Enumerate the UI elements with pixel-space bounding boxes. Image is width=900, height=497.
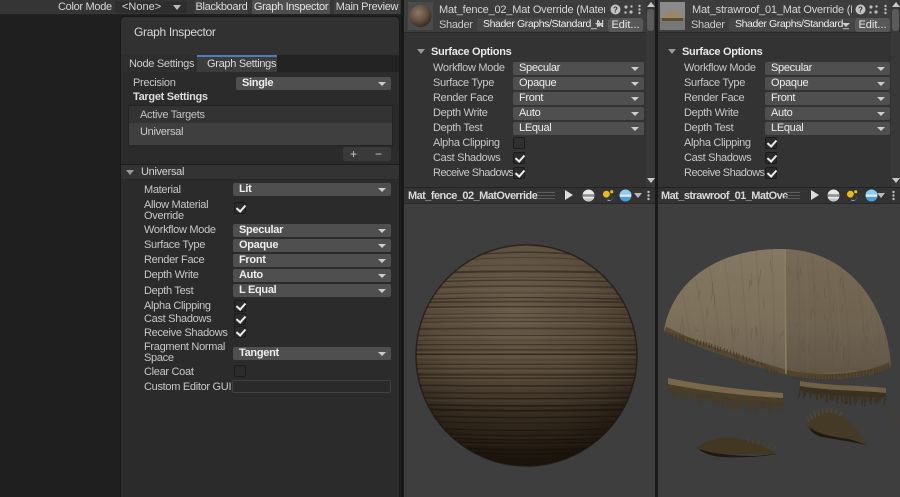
svg-text:?: ? [613, 6, 618, 15]
svg-text:?: ? [858, 6, 863, 15]
